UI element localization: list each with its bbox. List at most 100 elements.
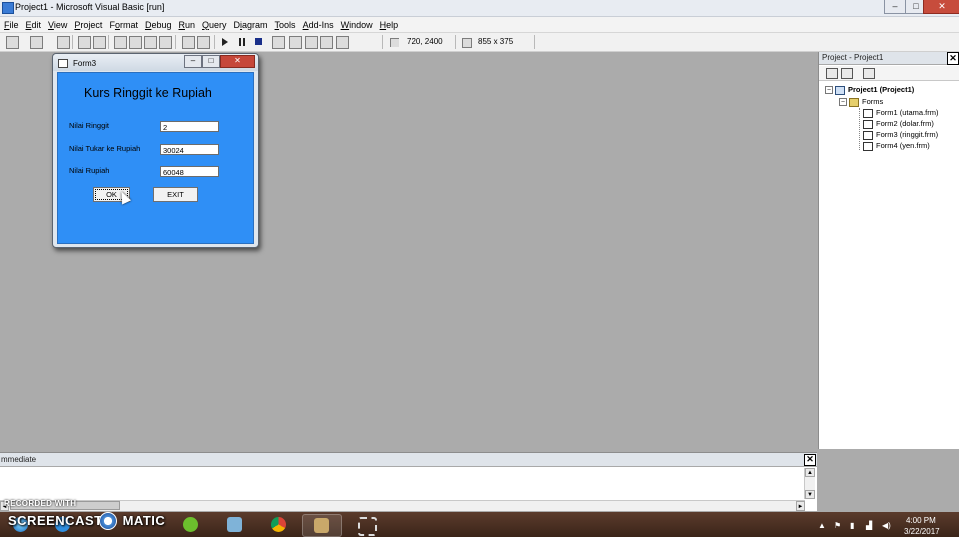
immediate-close-button[interactable]: ✕ [804, 454, 816, 466]
start-icon[interactable] [222, 38, 228, 46]
project-explorer-icon[interactable] [272, 36, 285, 49]
tray-battery-icon[interactable]: ▮ [850, 521, 854, 530]
exit-button[interactable]: EXIT [153, 187, 198, 202]
view-code-icon[interactable] [826, 68, 838, 79]
add-project-icon[interactable] [6, 36, 19, 49]
menu-window[interactable]: Window [341, 20, 373, 30]
open-project-icon[interactable] [78, 36, 91, 49]
immediate-title: mmediate [1, 455, 37, 464]
form3-maximize-button[interactable]: □ [202, 55, 220, 68]
break-icon[interactable] [239, 38, 241, 46]
menu-view[interactable]: View [48, 20, 67, 30]
tree-item-form4[interactable]: Form4 (yen.frm) [863, 141, 930, 151]
window-title: Project1 - Microsoft Visual Basic [run] [15, 2, 165, 12]
tree-folder-label: Forms [862, 97, 884, 106]
menu-help[interactable]: Help [380, 20, 399, 30]
tree-item-form2[interactable]: Form2 (dolar.frm) [863, 119, 934, 129]
scroll-down-icon[interactable]: ▼ [805, 490, 815, 499]
clock-time[interactable]: 4:00 PM [906, 516, 936, 525]
snipping-icon [358, 517, 377, 536]
position-icon [390, 38, 399, 47]
form3-minimize-button[interactable]: – [184, 55, 202, 68]
tree-root[interactable]: – Project1 (Project1) [825, 85, 914, 95]
menu-file[interactable]: File [4, 20, 19, 30]
menu-edit[interactable]: Edit [26, 20, 42, 30]
form-layout-icon[interactable] [305, 36, 318, 49]
add-form-icon[interactable] [30, 36, 43, 49]
form-position-readout: 720, 2400 [407, 37, 443, 46]
tree-line [859, 108, 860, 150]
tree-item-label: Form3 (ringgit.frm) [876, 130, 939, 139]
taskbar-visual-basic[interactable] [302, 514, 342, 537]
label-nilai-ringgit: Nilai Ringgit [69, 121, 110, 130]
tree-forms-folder[interactable]: – Forms [839, 97, 883, 107]
tray-flag-icon[interactable]: ⚑ [834, 521, 841, 530]
form3-close-button[interactable]: ✕ [220, 55, 255, 68]
folder-icon [849, 97, 859, 107]
menu-query[interactable]: Query [202, 20, 227, 30]
end-icon[interactable] [255, 38, 262, 45]
form-heading: Kurs Ringgit ke Rupiah [84, 86, 212, 100]
form3-title-bar[interactable]: Form3 – □ ✕ [53, 54, 258, 71]
menu-format[interactable]: Format [109, 20, 138, 30]
redo-icon[interactable] [197, 36, 210, 49]
tray-expand-icon[interactable]: ▲ [818, 521, 826, 530]
minimize-button[interactable]: – [884, 0, 906, 14]
vb-taskbar-icon [314, 518, 329, 533]
menu-tools[interactable]: Tools [275, 20, 296, 30]
cut-icon[interactable] [114, 36, 127, 49]
menu-debug[interactable]: Debug [145, 20, 172, 30]
toolbar-separator [382, 35, 383, 49]
taskbar-chrome[interactable] [260, 514, 298, 535]
tray-volume-icon[interactable]: ◀) [882, 521, 891, 530]
tree-item-form3[interactable]: Form3 (ringgit.frm) [863, 130, 938, 140]
label-nilai-tukar: Nilai Tukar ke Rupiah [69, 144, 141, 153]
clock-date[interactable]: 3/22/2017 [904, 527, 940, 536]
break-icon-bar [243, 38, 245, 46]
taskbar-utorrent[interactable] [172, 514, 210, 535]
menu-project[interactable]: Project [74, 20, 102, 30]
project-explorer-panel: Project - Project1 ✕ – Project1 (Project1… [818, 52, 959, 449]
form3-window[interactable]: Form3 – □ ✕ Kurs Ringgit ke Rupiah Nilai… [52, 53, 259, 248]
copy-icon[interactable] [129, 36, 142, 49]
view-object-icon[interactable] [841, 68, 853, 79]
collapse-icon[interactable]: – [825, 86, 833, 95]
toggle-folders-icon[interactable] [863, 68, 875, 79]
toolbox-icon[interactable] [336, 36, 349, 49]
form3-client-area: Kurs Ringgit ke Rupiah Nilai Ringgit 2 N… [57, 72, 254, 244]
project-explorer-header: Project - Project1 ✕ [819, 52, 959, 65]
menu-addins[interactable]: Add-Ins [303, 20, 334, 30]
project-explorer-title: Project - Project1 [822, 53, 884, 62]
taskbar-app[interactable] [216, 514, 254, 535]
form3-title: Form3 [73, 59, 97, 68]
properties-window-icon[interactable] [289, 36, 302, 49]
immediate-header: mmediate ✕ [0, 453, 817, 467]
menu-diagram[interactable]: Diagram [234, 20, 268, 30]
undo-icon[interactable] [182, 36, 195, 49]
menu-editor-icon[interactable] [57, 36, 70, 49]
rupiah-input[interactable]: 60048 [160, 166, 219, 177]
close-button[interactable]: ✕ [923, 0, 959, 14]
tray-network-icon[interactable]: ▟ [866, 521, 872, 530]
paste-icon[interactable] [144, 36, 157, 49]
ringgit-input[interactable]: 2 [160, 121, 219, 132]
project-explorer-close-button[interactable]: ✕ [947, 52, 959, 65]
save-project-icon[interactable] [93, 36, 106, 49]
watermark-recorded-with: RECORDED WITH [4, 499, 77, 508]
scroll-right-icon[interactable]: ► [796, 501, 805, 511]
scroll-up-icon[interactable]: ▲ [805, 468, 815, 477]
immediate-window[interactable]: mmediate ✕ ▲ ▼ ◄ ► [0, 452, 817, 511]
find-icon[interactable] [159, 36, 172, 49]
collapse-icon[interactable]: – [839, 98, 847, 107]
immediate-horizontal-scrollbar[interactable]: ◄ ► [0, 500, 805, 511]
object-browser-icon[interactable] [320, 36, 333, 49]
form-icon [58, 59, 68, 68]
tree-item-form1[interactable]: Form1 (utama.frm) [863, 108, 939, 118]
label-nilai-rupiah: Nilai Rupiah [69, 166, 110, 175]
immediate-vertical-scrollbar[interactable]: ▲ ▼ [804, 468, 815, 499]
tukar-input[interactable]: 30024 [160, 144, 219, 155]
size-icon [462, 38, 472, 48]
taskbar-snipping[interactable] [347, 514, 385, 536]
menu-run[interactable]: Run [178, 20, 195, 30]
toolbar-separator [455, 35, 456, 49]
